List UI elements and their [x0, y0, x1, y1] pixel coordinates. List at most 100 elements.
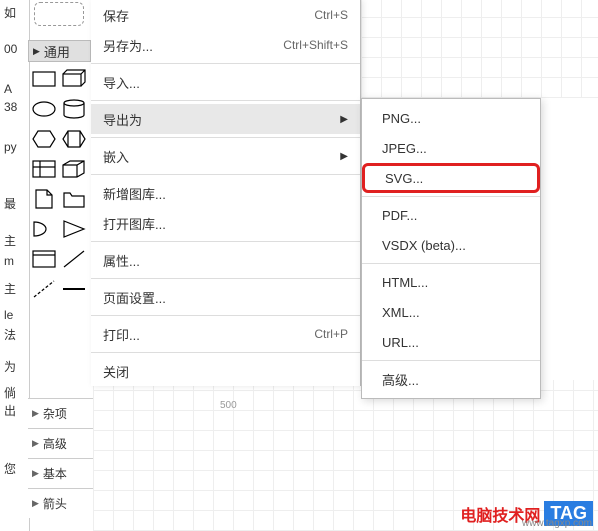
bg-text: m [4, 254, 14, 268]
menu-props[interactable]: 属性... [91, 245, 360, 275]
separator [91, 278, 360, 279]
category-arrow[interactable]: ▶ 箭头 [28, 488, 93, 518]
bg-text: 为 [4, 358, 16, 375]
export-png[interactable]: PNG... [362, 103, 540, 133]
shortcut: Ctrl+P [314, 327, 348, 341]
shape-cube[interactable] [60, 155, 88, 183]
separator [362, 360, 540, 361]
menu-label: 打印... [103, 325, 314, 344]
menu-label: 打开图库... [103, 214, 348, 233]
canvas-grid-top[interactable] [361, 0, 598, 98]
submenu-label: URL... [382, 335, 419, 350]
menu-label: 页面设置... [103, 288, 348, 307]
shape-hline[interactable] [60, 275, 88, 303]
bg-text: 如 [4, 4, 16, 21]
export-vsdx[interactable]: VSDX (beta)... [362, 230, 540, 260]
export-url[interactable]: URL... [362, 327, 540, 357]
shortcut: Ctrl+S [314, 8, 348, 22]
shape-rect3d[interactable] [60, 65, 88, 93]
menu-saveas[interactable]: 另存为...Ctrl+Shift+S [91, 30, 360, 60]
bg-text: 法 [4, 326, 16, 343]
submenu-label: PDF... [382, 208, 417, 223]
chevron-right-icon: ▶ [340, 151, 348, 162]
background-strip: 如 00 A 38 py 最 主 m 主 le 法 为 倘 出 您 [0, 0, 30, 531]
shape-folder[interactable] [60, 185, 88, 213]
menu-label: 关闭 [103, 362, 348, 381]
category-adv[interactable]: ▶ 高级 [28, 428, 93, 458]
submenu-label: HTML... [382, 275, 428, 290]
shape-hex3d[interactable] [60, 125, 88, 153]
bg-text: le [4, 308, 13, 322]
export-advanced[interactable]: 高级... [362, 364, 540, 394]
shape-hexagon[interactable] [30, 125, 58, 153]
bg-text: 最 [4, 195, 16, 212]
menu-embed[interactable]: 嵌入▶ [91, 141, 360, 171]
separator [91, 63, 360, 64]
chevron-right-icon: ▶ [33, 46, 40, 57]
chevron-right-icon: ▶ [32, 408, 39, 419]
separator [91, 100, 360, 101]
collapsed-panel[interactable]: ▶ 通用 [28, 40, 91, 62]
selection-rect-icon [34, 2, 84, 26]
menu-newlib[interactable]: 新增图库... [91, 178, 360, 208]
shape-rect[interactable] [30, 65, 58, 93]
file-menu: 保存Ctrl+S 另存为...Ctrl+Shift+S 导入... 导出为 ▶ 嵌… [91, 0, 361, 386]
category-label: 箭头 [43, 495, 67, 512]
chevron-right-icon: ▶ [32, 468, 39, 479]
submenu-label: PNG... [382, 111, 421, 126]
shape-line2[interactable] [30, 275, 58, 303]
shortcut: Ctrl+Shift+S [283, 38, 348, 52]
menu-export[interactable]: 导出为 ▶ [91, 104, 360, 134]
bg-text: 倘 [4, 384, 16, 401]
menu-print[interactable]: 打印...Ctrl+P [91, 319, 360, 349]
bg-text: 出 [4, 402, 16, 419]
bg-text: py [4, 140, 17, 154]
bg-text: 主 [4, 280, 16, 297]
menu-close[interactable]: 关闭 [91, 356, 360, 386]
shape-halfcircle[interactable] [30, 215, 58, 243]
export-xml[interactable]: XML... [362, 297, 540, 327]
bg-text: 主 [4, 232, 16, 249]
category-basic[interactable]: ▶基本 [28, 458, 93, 488]
category-list: ▶ 杂项 ▶ 高级 ▶基本 ▶ 箭头 [28, 398, 93, 518]
panel-label: 通用 [44, 42, 70, 61]
bg-text: 00 [4, 42, 17, 56]
chevron-right-icon: ▶ [340, 114, 348, 125]
menu-import[interactable]: 导入... [91, 67, 360, 97]
export-html[interactable]: HTML... [362, 267, 540, 297]
shape-window[interactable] [30, 245, 58, 273]
submenu-label: SVG... [385, 171, 423, 186]
separator [91, 352, 360, 353]
separator [362, 263, 540, 264]
menu-save[interactable]: 保存Ctrl+S [91, 0, 360, 30]
export-submenu: PNG... JPEG... SVG... PDF... VSDX (beta)… [361, 98, 541, 399]
export-jpeg[interactable]: JPEG... [362, 133, 540, 163]
shape-ellipse[interactable] [30, 95, 58, 123]
shape-table[interactable] [30, 155, 58, 183]
category-label: 高级 [43, 435, 67, 452]
chevron-right-icon: ▶ [32, 438, 39, 449]
submenu-label: XML... [382, 305, 420, 320]
submenu-label: VSDX (beta)... [382, 238, 466, 253]
watermark-url: www.tagxp.com [522, 518, 592, 529]
submenu-label: 高级... [382, 370, 419, 389]
export-pdf[interactable]: PDF... [362, 200, 540, 230]
separator [91, 241, 360, 242]
separator [91, 174, 360, 175]
export-svg[interactable]: SVG... [362, 163, 540, 193]
bg-text: A [4, 82, 12, 96]
shape-cylinder[interactable] [60, 95, 88, 123]
shape-triangle[interactable] [60, 215, 88, 243]
menu-openlib[interactable]: 打开图库... [91, 208, 360, 238]
category-label: 杂项 [43, 405, 67, 422]
chevron-right-icon: ▶ [32, 498, 39, 509]
bg-text: 38 [4, 100, 17, 114]
menu-label: 导入... [103, 73, 348, 92]
menu-label: 另存为... [103, 36, 283, 55]
menu-pagesetup[interactable]: 页面设置... [91, 282, 360, 312]
separator [91, 315, 360, 316]
shape-line[interactable] [60, 245, 88, 273]
menu-label: 导出为 [103, 110, 332, 129]
shape-file[interactable] [30, 185, 58, 213]
category-misc[interactable]: ▶ 杂项 [28, 398, 93, 428]
